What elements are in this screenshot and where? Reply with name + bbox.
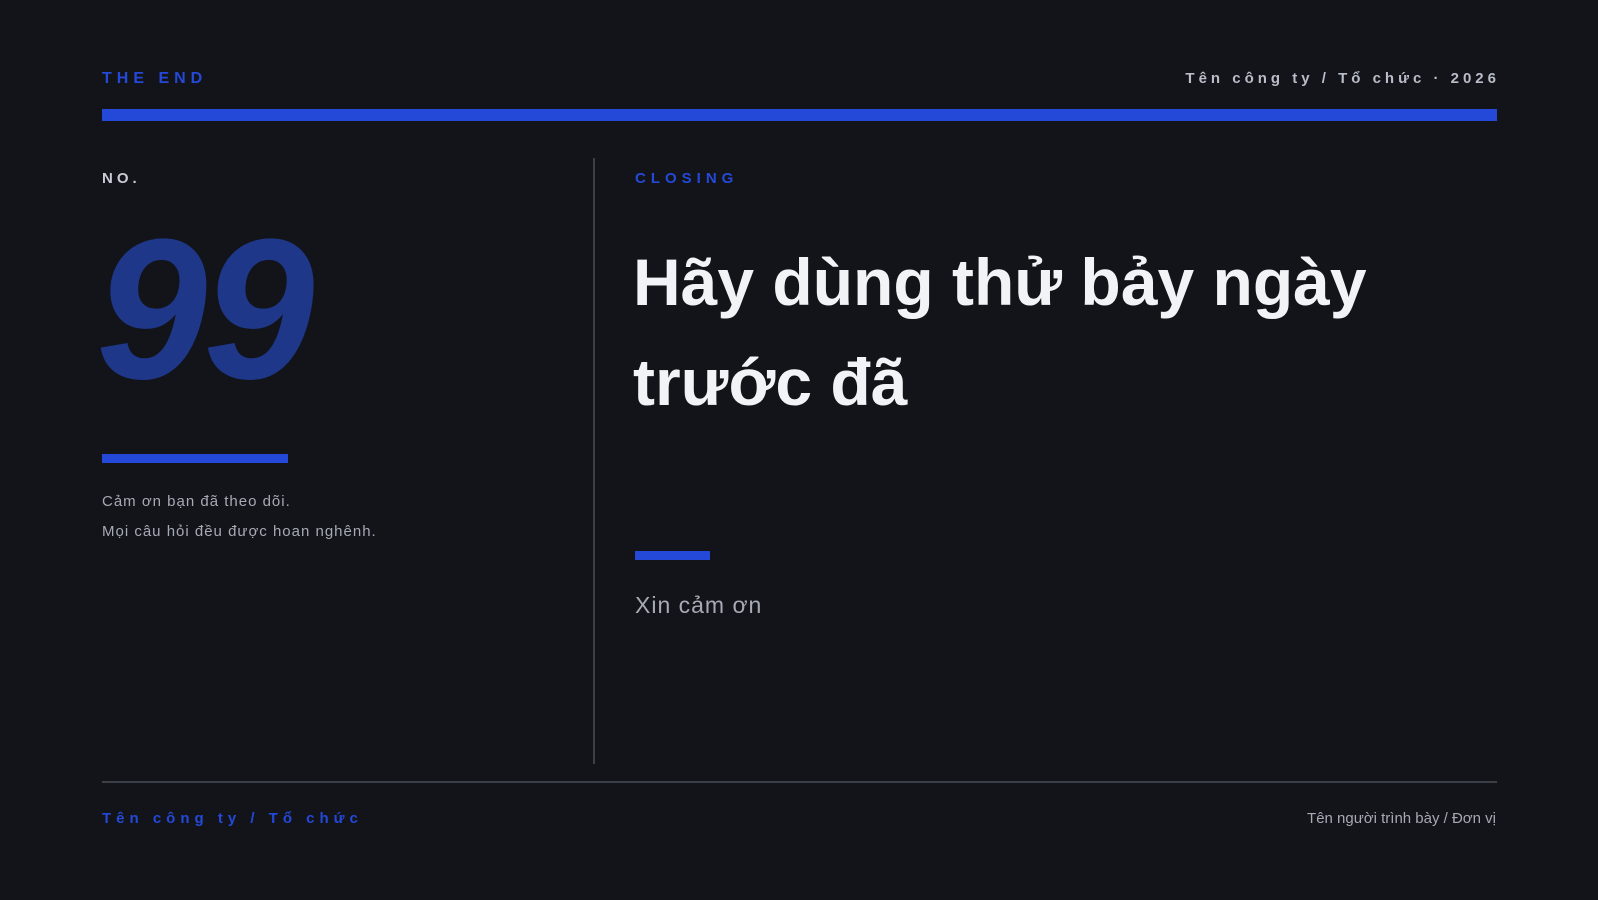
thanks-text: Xin cảm ơn [635, 592, 763, 618]
footer-divider [102, 781, 1497, 783]
header-accent-bar [102, 109, 1497, 121]
slide-number: 99 [96, 198, 314, 421]
vertical-divider [593, 158, 595, 764]
closing-headline: Hãy dùng thử bảy ngày trước đã [633, 245, 1367, 419]
slide-label: THE END [102, 70, 208, 87]
footer-presenter: Tên người trình bày / Đơn vị [1307, 810, 1496, 827]
thank-you-note-line-2: Mọi câu hỏi đều được hoan nghênh. [102, 523, 377, 540]
header-org-year: Tên công ty / Tổ chức · 2026 [1185, 70, 1500, 87]
thank-you-note-line-1: Cảm ơn bạn đã theo dõi. [102, 493, 291, 510]
closing-slide: THE END Tên công ty / Tổ chức · 2026 NO.… [0, 0, 1598, 900]
footer-org: Tên công ty / Tổ chức [102, 810, 363, 827]
right-accent-bar [635, 551, 710, 560]
section-label: CLOSING [635, 170, 739, 187]
number-label: NO. [102, 170, 141, 187]
left-accent-bar [102, 454, 288, 463]
